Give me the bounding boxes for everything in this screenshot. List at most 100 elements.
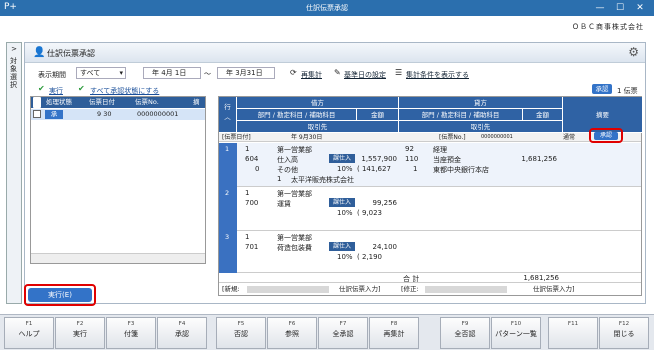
journal-line[interactable]: 1 第一営業部 604 仕入高 課仕入 1,557,900 0 その他 10% … bbox=[237, 143, 641, 187]
period-label: 表示期間 bbox=[38, 71, 66, 79]
execute-button[interactable]: 実行(E) bbox=[28, 288, 92, 302]
tax-amount: ( 141,627 bbox=[357, 165, 391, 173]
window-title: 仕訳伝票承認 bbox=[306, 4, 348, 12]
f1-help-button[interactable]: F1 ヘルプ bbox=[4, 317, 54, 349]
f5-reject-button[interactable]: F5 否認 bbox=[216, 317, 266, 349]
recalc-link[interactable]: 再集計 bbox=[301, 70, 322, 80]
select-all-checkbox[interactable] bbox=[33, 97, 41, 108]
credit-header: 貸方 bbox=[399, 97, 563, 109]
debit-account-code: 700 bbox=[245, 199, 259, 207]
journal-line[interactable]: 1 第一営業部 700 運賃 課仕入 99,256 10% ( 9,023 bbox=[237, 187, 641, 231]
f7-approve-all-button[interactable]: F7 全承認 bbox=[318, 317, 368, 349]
basedate-link[interactable]: 基準日の設定 bbox=[344, 70, 386, 80]
from-date-value: 年 4月 1日 bbox=[152, 69, 187, 77]
credit-account: 当座預金 bbox=[433, 156, 461, 164]
debit-account-code: 604 bbox=[245, 155, 259, 163]
list-icon[interactable]: ☰ bbox=[395, 68, 402, 77]
show-conditions-link[interactable]: 集計条件を表示する bbox=[406, 70, 469, 80]
new-user-redacted bbox=[247, 286, 329, 293]
company-name: ＯＢＣ商事株式会社 bbox=[572, 23, 644, 31]
line-number: 2 bbox=[219, 187, 237, 231]
debit-amount: 1,557,900 bbox=[361, 155, 397, 163]
debit-dept-code: 1 bbox=[245, 189, 250, 197]
voucher-count: 1 伝票 bbox=[617, 87, 638, 95]
no-label: [伝票No.] bbox=[439, 134, 466, 141]
debit-account: 仕入高 bbox=[277, 156, 298, 164]
side-tab-label: 対象選択 bbox=[10, 57, 17, 89]
status-badge: 承認 bbox=[592, 84, 612, 94]
credit-sub-code: 1 bbox=[413, 165, 418, 173]
col-desc: 摘 bbox=[193, 98, 200, 106]
total-value: 1,681,256 bbox=[523, 274, 559, 282]
debit-dept-code: 1 bbox=[245, 145, 250, 153]
check-all-icon[interactable]: ✔ bbox=[78, 84, 85, 93]
tax-badge: 課仕入 bbox=[329, 242, 355, 251]
credit-dept-code: 92 bbox=[405, 145, 414, 153]
partner-code: 1 bbox=[277, 175, 282, 183]
refresh-icon[interactable]: ⟳ bbox=[290, 68, 297, 77]
col-status: 処理状態 bbox=[46, 98, 72, 106]
range-tilde: ～ bbox=[204, 70, 211, 78]
debit-sub: その他 bbox=[277, 166, 298, 174]
col-date: 伝票日付 bbox=[89, 98, 115, 106]
debit-amount-header: 金額 bbox=[357, 109, 399, 121]
expand-arrow-icon[interactable]: > bbox=[7, 45, 21, 53]
date-label: [伝票日付] bbox=[222, 134, 251, 141]
f3-sticky-button[interactable]: F3 付箋 bbox=[106, 317, 156, 349]
collapse-icon[interactable]: ︿ bbox=[224, 113, 231, 121]
panel-title: 仕訳伝票承認 bbox=[47, 49, 95, 58]
f8-recalc-button[interactable]: F8 再集計 bbox=[369, 317, 419, 349]
row-header: 行 ︿ bbox=[219, 97, 237, 133]
user-stamp-icon: 👤 bbox=[33, 47, 46, 58]
tax-rate: 10% bbox=[337, 253, 353, 261]
debit-dept: 第一営業部 bbox=[277, 190, 312, 198]
voucher-info-row: [伝票日付] 年 9月30日 [伝票No.] 0000000001 通常 bbox=[219, 133, 641, 142]
debit-account: 荷造包装費 bbox=[277, 244, 312, 252]
f4-approve-button[interactable]: F4 承認 bbox=[157, 317, 207, 349]
execute-link[interactable]: 実行 bbox=[49, 86, 63, 96]
debit-account: 運賃 bbox=[277, 200, 291, 208]
period-select[interactable]: すべて ▾ bbox=[76, 67, 126, 79]
f11-button[interactable]: F11 bbox=[548, 317, 598, 349]
date-value: 年 9月30日 bbox=[291, 134, 323, 141]
close-icon[interactable]: ✕ bbox=[630, 1, 650, 15]
line-number: 1 bbox=[219, 143, 237, 187]
approve-all-link[interactable]: すべて承認状態にする bbox=[90, 86, 159, 96]
debit-dept-header: 部門 / 勘定科目 / 補助科目 bbox=[237, 109, 357, 121]
horizontal-scrollbar[interactable] bbox=[31, 253, 205, 263]
maximize-icon[interactable]: ☐ bbox=[610, 1, 630, 15]
debit-account-code: 701 bbox=[245, 243, 259, 251]
new-value: 仕訳伝票入力] bbox=[339, 285, 381, 293]
minimize-icon[interactable]: — bbox=[590, 1, 610, 15]
new-label: [新規: bbox=[222, 285, 240, 293]
debit-amount: 99,256 bbox=[372, 199, 398, 207]
row-checkbox[interactable] bbox=[33, 110, 41, 118]
to-date-input[interactable]: 年 3月31日 bbox=[217, 67, 275, 79]
check-icon[interactable]: ✔ bbox=[38, 84, 45, 93]
gear-icon[interactable]: ⚙ bbox=[628, 45, 639, 59]
journal-line[interactable]: 1 第一営業部 701 荷造包装費 課仕入 24,100 10% ( 2,190 bbox=[237, 231, 641, 273]
debit-amount: 24,100 bbox=[372, 243, 398, 251]
total-row: 合 計 1,681,256 bbox=[219, 273, 641, 283]
target-select-tab[interactable]: > 対象選択 bbox=[6, 42, 22, 304]
chevron-down-icon: ▾ bbox=[119, 69, 123, 77]
f12-close-button[interactable]: F12 閉じる bbox=[599, 317, 649, 349]
credit-dept: 経理 bbox=[433, 146, 447, 154]
f10-pattern-list-button[interactable]: F10 パターン一覧 bbox=[491, 317, 541, 349]
debit-sub-code: 0 bbox=[255, 165, 260, 173]
f9-reject-all-button[interactable]: F9 全否認 bbox=[440, 317, 490, 349]
f6-reference-button[interactable]: F6 参照 bbox=[267, 317, 317, 349]
to-date-value: 年 3月31日 bbox=[226, 69, 263, 77]
approve-button[interactable]: 承認 bbox=[594, 132, 618, 140]
tool-icon[interactable]: ✎ bbox=[334, 68, 341, 77]
credit-amount: 1,681,256 bbox=[521, 155, 557, 163]
history-row: [新規: 仕訳伝票入力] [修正: 仕訳伝票入力] bbox=[219, 284, 641, 295]
debit-dept: 第一営業部 bbox=[277, 146, 312, 154]
table-row[interactable]: 承 9 30 0000000001 bbox=[31, 109, 205, 120]
total-label: 合 計 bbox=[403, 275, 420, 283]
f2-execute-button[interactable]: F2 実行 bbox=[55, 317, 105, 349]
row-status-badge: 承 bbox=[45, 110, 63, 119]
row-header-label: 行 bbox=[224, 103, 231, 111]
from-date-input[interactable]: 年 4月 1日 bbox=[143, 67, 201, 79]
no-value: 0000000001 bbox=[481, 134, 513, 140]
